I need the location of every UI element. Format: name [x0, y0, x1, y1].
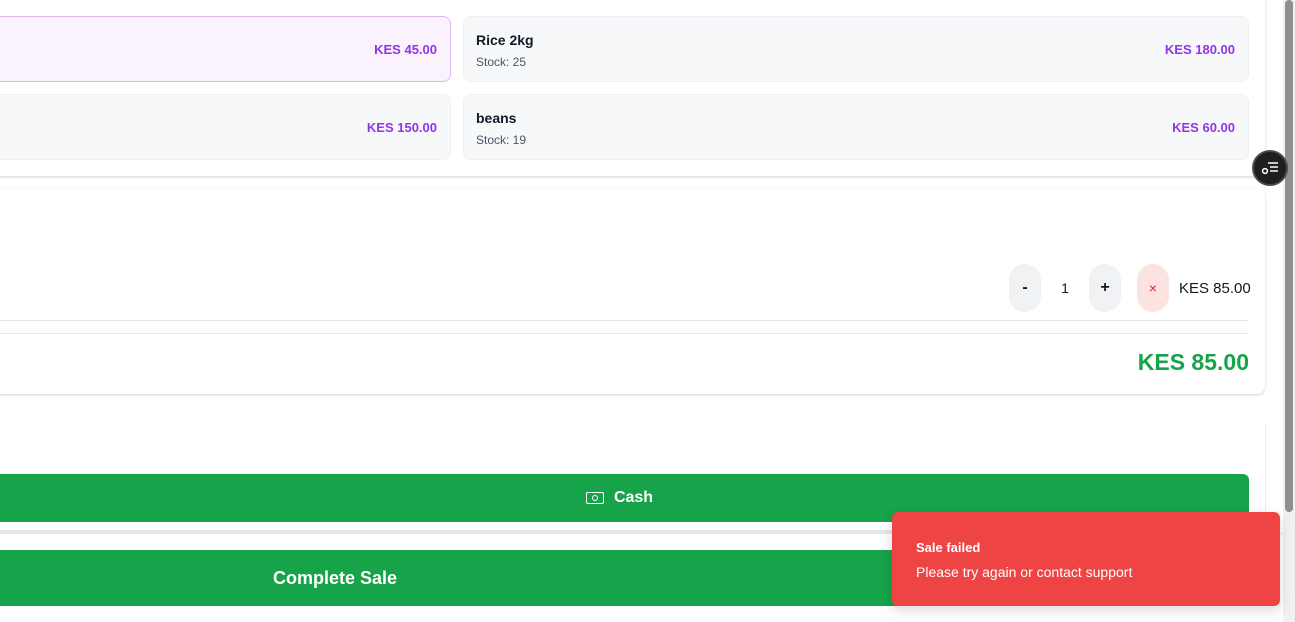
- error-toast[interactable]: Sale failed Please try again or contact …: [892, 512, 1280, 606]
- decrement-button[interactable]: -: [1009, 264, 1041, 312]
- remove-item-button[interactable]: ×: [1137, 264, 1169, 312]
- product-stock: Stock: 25: [476, 55, 527, 69]
- product-card[interactable]: Rice 2kg Stock: 25 KES 180.00: [463, 16, 1249, 82]
- product-stock: Stock: 19: [476, 133, 527, 147]
- product-card[interactable]: beans Stock: 19 KES 60.00: [463, 94, 1249, 160]
- divider: [1265, 424, 1266, 524]
- product-price: KES 60.00: [1172, 120, 1235, 135]
- product-name: Rice 2kg: [476, 32, 534, 48]
- toast-message: Please try again or contact support: [916, 564, 1133, 580]
- filter-icon: [1261, 162, 1278, 175]
- cart-panel: [0, 188, 1265, 394]
- product-card[interactable]: KES 150.00: [0, 94, 451, 160]
- filter-button[interactable]: [1252, 150, 1288, 186]
- cash-icon: [585, 492, 604, 504]
- scrollbar-thumb[interactable]: [1285, 0, 1293, 512]
- cash-label: Cash: [613, 489, 654, 506]
- line-total: KES 85.00: [1179, 280, 1251, 297]
- product-price: KES 180.00: [1164, 42, 1235, 57]
- divider: [0, 320, 1249, 321]
- increment-button[interactable]: +: [1089, 264, 1121, 312]
- quantity-value: 1: [1061, 280, 1069, 296]
- complete-sale-label: Complete Sale: [272, 567, 398, 588]
- product-price: KES 150.00: [366, 120, 437, 135]
- product-name: beans: [476, 110, 517, 126]
- divider: [0, 333, 1249, 334]
- complete-sale-button[interactable]: Complete Sale: [0, 550, 680, 606]
- product-price: KES 45.00: [374, 42, 437, 57]
- cart-total: KES 85.00: [1137, 349, 1249, 375]
- product-card[interactable]: KES 45.00: [0, 16, 451, 82]
- toast-title: Sale failed: [916, 540, 981, 555]
